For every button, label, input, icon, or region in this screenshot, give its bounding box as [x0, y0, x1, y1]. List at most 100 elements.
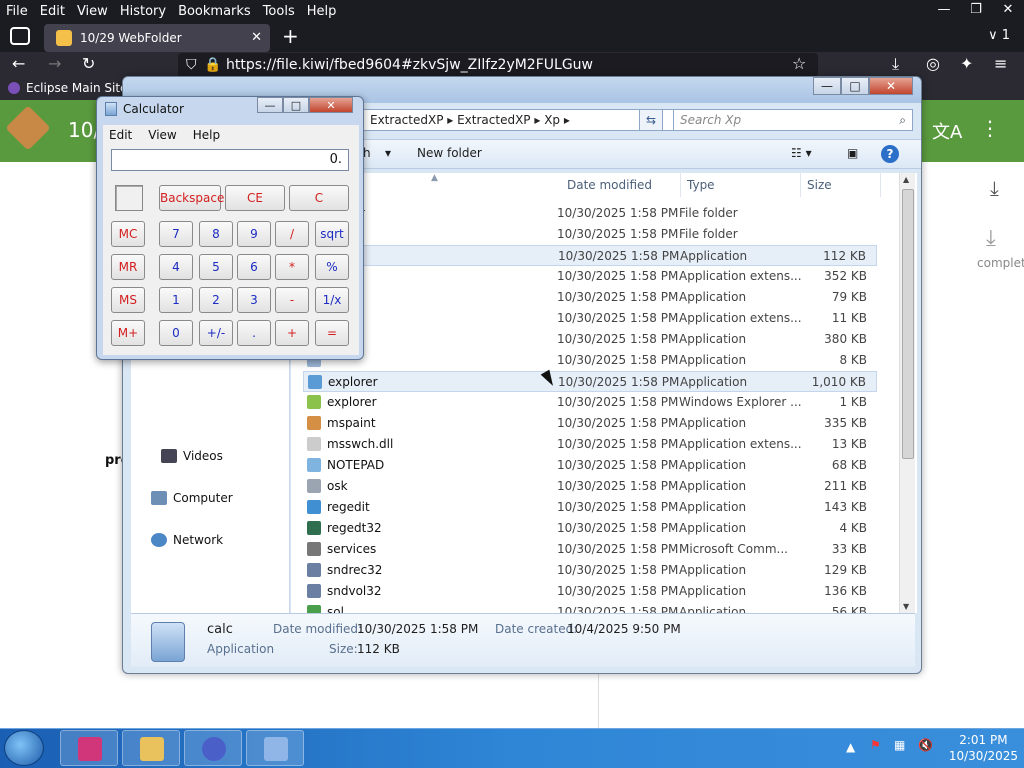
calc-key-button[interactable]: +/- — [199, 320, 233, 346]
toolbar-partial-label[interactable]: h — [363, 146, 371, 160]
calc-key-button[interactable]: MR — [111, 254, 145, 280]
close-icon[interactable]: ✕ — [309, 97, 353, 113]
minimize-icon[interactable]: — — [257, 97, 283, 113]
calc-key-button[interactable]: 9 — [237, 221, 271, 247]
lock-icon[interactable]: 🔒 — [204, 53, 221, 77]
calc-key-button[interactable]: * — [275, 254, 309, 280]
minimize-icon[interactable]: — — [928, 0, 960, 22]
back-icon[interactable]: ← — [12, 54, 25, 73]
scrollbar-thumb[interactable] — [902, 189, 914, 459]
calc-key-button[interactable]: - — [275, 287, 309, 313]
clock[interactable]: 2:01 PM 10/30/2025 — [949, 732, 1018, 764]
calc-key-button[interactable]: 8 — [199, 221, 233, 247]
file-row[interactable]: 10/30/2025 1:58 PM Application 380 KB — [303, 329, 877, 350]
close-icon[interactable]: ✕ — [992, 0, 1024, 22]
url-bar[interactable]: ⛉ 🔒 https://file.kiwi/fbed9604#zkvSjw_ZI… — [178, 53, 818, 77]
close-icon[interactable]: ✕ — [869, 77, 913, 95]
file-row[interactable]: NOTEPAD 10/30/2025 1:58 PM Application 68 K… — [303, 455, 877, 476]
calc-menu-edit[interactable]: Edit — [109, 125, 132, 145]
vertical-scrollbar[interactable]: ▲ ▼ — [899, 173, 915, 613]
breadcrumb-3[interactable]: Xp — [544, 113, 560, 127]
calc-key-button[interactable]: 4 — [159, 254, 193, 280]
calc-key-button[interactable]: MC — [111, 221, 145, 247]
maximize-icon[interactable]: □ — [283, 97, 309, 113]
taskbar-calculator[interactable] — [246, 730, 304, 766]
calc-key-button[interactable]: + — [275, 320, 309, 346]
file-row[interactable]: mspaint 10/30/2025 1:58 PM Application 335 … — [303, 413, 877, 434]
nav-item-videos[interactable]: Videos — [161, 449, 223, 463]
toolbar-dropdown-icon[interactable]: ▾ — [385, 146, 391, 160]
tray-expand-icon[interactable]: ▲ — [846, 740, 855, 754]
file-row[interactable]: ap10/30/2025 1:58 PMApplication79 KB — [303, 287, 877, 308]
backspace-button[interactable]: Backspace — [159, 185, 224, 211]
start-button[interactable] — [4, 730, 44, 766]
shield-icon[interactable]: ⛉ — [186, 53, 197, 77]
new-tab-button[interactable]: + — [282, 26, 299, 46]
menu-edit[interactable]: Edit — [34, 4, 71, 19]
calc-key-button[interactable]: . — [237, 320, 271, 346]
column-type[interactable]: Type — [681, 173, 801, 197]
calculator-titlebar[interactable]: Calculator — □ ✕ — [97, 97, 363, 121]
file-row[interactable]: sol 10/30/2025 1:58 PM Application 56 KB — [303, 602, 877, 613]
refresh-icon[interactable]: ⇆ — [639, 109, 663, 131]
bookmark-eclipse[interactable]: Eclipse Main Site — [8, 81, 127, 95]
file-row[interactable]: regedit 10/30/2025 1:58 PM Application 143 … — [303, 497, 877, 518]
file-row[interactable]: services 10/30/2025 1:58 PM Microsoft Comm… — [303, 539, 877, 560]
file-row[interactable]: ll10/30/2025 1:58 PMApplication extens..… — [303, 266, 877, 287]
calc-key-button[interactable]: 7 — [159, 221, 193, 247]
nav-item-network[interactable]: Network — [151, 533, 223, 547]
calc-key-button[interactable]: 1 — [159, 287, 193, 313]
translate-icon[interactable]: 文A — [932, 118, 962, 144]
tab-list-button[interactable]: ∨ 1 — [988, 28, 1010, 43]
file-row[interactable]: explorer 10/30/2025 1:58 PM Application 1,0… — [303, 371, 877, 392]
scroll-up-icon[interactable]: ▲ — [903, 175, 909, 184]
network-tray-icon[interactable]: ▦ — [894, 738, 905, 752]
menu-history[interactable]: History — [114, 4, 172, 19]
file-row[interactable]: 10/30/2025 1:58 PM File folder — [303, 224, 877, 245]
file-row[interactable]: sndrec32 10/30/2025 1:58 PM Application 129… — [303, 560, 877, 581]
nav-item-computer[interactable]: Computer — [151, 491, 233, 505]
extensions-icon[interactable]: ✦ — [960, 54, 973, 73]
volume-muted-icon[interactable]: 🔇 — [918, 738, 933, 752]
more-icon[interactable]: ⋮ — [980, 116, 1000, 140]
menu-view[interactable]: View — [71, 4, 114, 19]
calc-key-button[interactable]: 3 — [237, 287, 271, 313]
column-date-modified[interactable]: Date modified — [561, 173, 681, 197]
calc-key-button[interactable]: 0 — [159, 320, 193, 346]
tab-overview-icon[interactable] — [10, 27, 30, 45]
action-center-icon[interactable]: ⚑ — [870, 738, 881, 752]
downloads-icon[interactable]: ⤓ — [892, 54, 899, 74]
tab-webfolder[interactable]: 10/29 WebFolder ✕ — [44, 24, 270, 52]
calc-menu-help[interactable]: Help — [193, 125, 220, 145]
file-row[interactable]: player10/30/2025 1:58 PMFile folder — [303, 203, 877, 224]
calc-key-button[interactable]: 2 — [199, 287, 233, 313]
file-row[interactable]: msswch.dll 10/30/2025 1:58 PM Application … — [303, 434, 877, 455]
calc-key-button[interactable]: 1/x — [315, 287, 349, 313]
column-size[interactable]: Size — [801, 173, 881, 197]
file-row[interactable]: 10/30/2025 1:58 PM Application extens... 1… — [303, 308, 877, 329]
calc-key-button[interactable]: % — [315, 254, 349, 280]
tab-close-icon[interactable]: ✕ — [251, 30, 262, 45]
taskbar-app-1[interactable] — [60, 730, 118, 766]
calc-key-button[interactable]: M+ — [111, 320, 145, 346]
breadcrumb-1[interactable]: ExtractedXP — [370, 113, 443, 127]
help-icon[interactable]: ? — [881, 145, 899, 163]
taskbar-app-3[interactable] — [184, 730, 242, 766]
file-row[interactable]: 10/30/2025 1:58 PM Application 8 KB — [303, 350, 877, 371]
calc-key-button[interactable]: MS — [111, 287, 145, 313]
search-input[interactable]: Search Xp ⌕ — [673, 109, 913, 131]
file-row[interactable]: 10/30/2025 1:58 PM Application 112 KB — [303, 245, 877, 266]
c-button[interactable]: C — [289, 185, 349, 211]
calc-key-button[interactable]: / — [275, 221, 309, 247]
maximize-icon[interactable]: □ — [841, 77, 869, 95]
calc-key-button[interactable]: sqrt — [315, 221, 349, 247]
app-menu-icon[interactable]: ≡ — [994, 54, 1007, 73]
calc-menu-view[interactable]: View — [148, 125, 176, 145]
menu-bookmarks[interactable]: Bookmarks — [172, 4, 257, 19]
calc-key-button[interactable]: = — [315, 320, 349, 346]
new-folder-button[interactable]: New folder — [417, 146, 482, 160]
view-options-icon[interactable]: ☷ ▾ — [791, 146, 812, 160]
menu-help[interactable]: Help — [301, 4, 343, 19]
file-row[interactable]: explorer 10/30/2025 1:58 PM Windows Explor… — [303, 392, 877, 413]
preview-pane-icon[interactable]: ▣ — [847, 146, 858, 160]
